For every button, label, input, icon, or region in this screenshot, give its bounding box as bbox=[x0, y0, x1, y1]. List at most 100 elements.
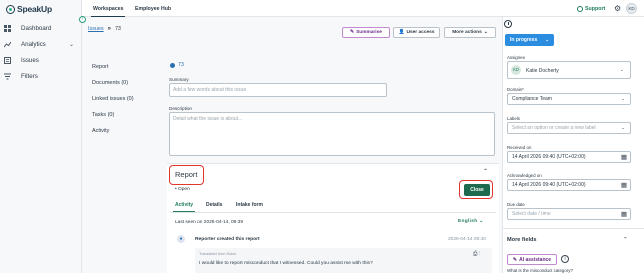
labels-label: Labels bbox=[507, 116, 520, 121]
right-panel-divider bbox=[502, 228, 644, 229]
sparkle-icon: ✎ bbox=[512, 256, 518, 263]
breadcrumb-issue-id: 73 bbox=[114, 26, 121, 32]
summary-placeholder: Add a few words about this issue bbox=[173, 87, 247, 93]
message-text: I would like to report misconduct that I… bbox=[199, 261, 373, 266]
domain-label: Domain* bbox=[507, 87, 524, 92]
support-icon bbox=[577, 6, 583, 12]
sidebar-item-label: Analytics bbox=[21, 40, 46, 48]
close-button-highlight bbox=[459, 180, 493, 199]
more-actions-label: More actions bbox=[452, 30, 482, 35]
chart-icon bbox=[3, 41, 12, 48]
received-value: 14 April 2026 09:40 (UTC+02:00) bbox=[512, 154, 586, 160]
tab-activity[interactable]: Activity bbox=[172, 202, 196, 213]
tab-details[interactable]: Details bbox=[206, 202, 222, 208]
sparkle-icon: ✎ bbox=[350, 30, 355, 35]
description-label: Description bbox=[169, 106, 192, 111]
translation-source: Translated from Dutch bbox=[199, 252, 237, 256]
ai-assistance-button[interactable]: ✎ AI assistance bbox=[507, 254, 557, 265]
info-icon[interactable]: i bbox=[561, 255, 569, 263]
filter-icon bbox=[4, 73, 11, 80]
breadcrumb: Issues » 73 bbox=[88, 26, 121, 32]
language-select[interactable]: English ⌄ bbox=[458, 219, 483, 224]
summarise-label: Summarise bbox=[356, 30, 382, 35]
summary-input[interactable]: Add a few words about this issue bbox=[169, 83, 387, 97]
acknowledged-date-field[interactable]: 14 April 2026 09:40 (UTC+02:00) ▦ bbox=[507, 179, 631, 191]
speakup-logo-icon bbox=[6, 4, 15, 14]
sidebar-item-label: Issues bbox=[21, 56, 39, 64]
domain-select[interactable]: Compliance Team ⌄ bbox=[507, 93, 631, 105]
issue-status-dot bbox=[170, 63, 175, 68]
chevron-down-icon: ⌄ bbox=[545, 37, 549, 42]
domain-value: Compliance Team bbox=[512, 96, 552, 102]
collapse-report-icon[interactable]: ⌃ bbox=[483, 168, 488, 175]
misconduct-question: What is the misconduct category? bbox=[507, 268, 573, 273]
due-date-label: Due date bbox=[507, 202, 525, 207]
labels-placeholder: Select an option or create a new label bbox=[512, 125, 596, 131]
chevron-down-icon: ⌄ bbox=[621, 96, 625, 101]
chevron-down-icon: ⌄ bbox=[483, 30, 488, 35]
chevron-up-icon[interactable]: ⌃ bbox=[623, 237, 628, 243]
chevron-down-icon: ⌄ bbox=[620, 67, 624, 72]
message-actions[interactable]: ⎙ ⋮ bbox=[473, 251, 480, 258]
status-dropdown[interactable]: In progress ⌄ bbox=[505, 34, 554, 46]
section-tasks[interactable]: Tasks (0) bbox=[92, 112, 114, 118]
gear-icon[interactable]: ⚙ bbox=[614, 4, 621, 13]
top-bar: Workspaces Employee Hub Support ⚙ KD bbox=[82, 0, 644, 18]
acknowledged-label: Acknowledged on bbox=[507, 173, 542, 178]
sidebar: SpeakUp Dashboard Analytics ⌄ Issues Fil… bbox=[0, 0, 82, 273]
user-access-label: User access bbox=[406, 30, 435, 35]
sidebar-item-dashboard[interactable]: Dashboard bbox=[0, 21, 82, 35]
breadcrumb-separator: » bbox=[107, 26, 111, 32]
sidebar-item-filters[interactable]: Filters bbox=[0, 69, 82, 83]
reporter-icon: ● bbox=[177, 235, 185, 243]
summarise-button[interactable]: ✎ Summarise bbox=[342, 27, 390, 38]
event-title: Reporter created this report bbox=[195, 237, 260, 242]
tab-workspaces[interactable]: Workspaces bbox=[90, 6, 126, 18]
sidebar-item-issues[interactable]: Issues bbox=[0, 53, 82, 67]
sidebar-item-label: Filters bbox=[21, 72, 38, 80]
labels-select[interactable]: Select an option or create a new label ⌄ bbox=[507, 122, 631, 134]
calendar-icon[interactable]: ▦ bbox=[621, 154, 627, 161]
kebab-menu-icon[interactable]: ⋮ bbox=[479, 251, 480, 257]
report-status-label: Open bbox=[178, 187, 190, 192]
event-time: 2026-04-14 09:40 bbox=[448, 237, 486, 242]
section-linked-issues[interactable]: Linked issues (0) bbox=[92, 96, 134, 102]
ai-assistance-label: AI assistance bbox=[519, 256, 552, 263]
tab-divider bbox=[170, 212, 496, 213]
description-input[interactable]: Detail what the issue is about... bbox=[169, 112, 495, 156]
assignee-name: Katie Docherty bbox=[526, 68, 559, 74]
chevron-down-icon: ⌄ bbox=[69, 41, 75, 48]
section-activity[interactable]: Activity bbox=[92, 128, 109, 134]
app-logo[interactable]: SpeakUp bbox=[6, 4, 52, 14]
report-status: • Open bbox=[175, 187, 190, 192]
collapse-sidebar-button[interactable]: ‹ bbox=[79, 16, 86, 23]
sidebar-item-label: Dashboard bbox=[21, 24, 52, 32]
received-label: Received on bbox=[507, 145, 532, 150]
breadcrumb-issues-link[interactable]: Issues bbox=[88, 26, 104, 32]
app-name: SpeakUp bbox=[17, 4, 52, 14]
section-documents[interactable]: Documents (0) bbox=[92, 80, 128, 86]
history-icon[interactable] bbox=[504, 20, 512, 28]
calendar-icon[interactable]: ▦ bbox=[621, 182, 627, 189]
status-label: In progress bbox=[510, 37, 538, 43]
issues-icon bbox=[4, 56, 11, 64]
avatar[interactable]: KD bbox=[626, 3, 637, 14]
description-placeholder: Detail what the issue is about... bbox=[173, 116, 243, 122]
user-access-button[interactable]: 👤 User access bbox=[393, 27, 440, 38]
more-fields-heading[interactable]: More fields bbox=[507, 237, 537, 243]
calendar-icon[interactable]: ▦ bbox=[621, 211, 627, 218]
assignee-avatar: KD bbox=[511, 65, 521, 75]
received-date-field[interactable]: 14 April 2026 09:40 (UTC+02:00) ▦ bbox=[507, 151, 631, 163]
print-icon[interactable]: ⎙ bbox=[473, 251, 477, 257]
tab-intake-form[interactable]: Intake form bbox=[236, 202, 263, 208]
sidebar-item-analytics[interactable]: Analytics ⌄ bbox=[0, 37, 82, 51]
last-seen: Last seen on 2026-04-14, 09:39 bbox=[175, 220, 244, 225]
support-link[interactable]: Support bbox=[577, 6, 605, 12]
summary-label: Summary bbox=[169, 77, 189, 82]
tab-employee-hub[interactable]: Employee Hub bbox=[135, 6, 171, 12]
more-actions-button[interactable]: More actions ⌄ bbox=[444, 27, 496, 38]
due-date-placeholder: Select date / time bbox=[512, 211, 551, 217]
due-date-field[interactable]: Select date / time ▦ bbox=[507, 208, 631, 220]
section-report[interactable]: Report bbox=[92, 64, 109, 70]
support-label: Support bbox=[585, 6, 606, 12]
